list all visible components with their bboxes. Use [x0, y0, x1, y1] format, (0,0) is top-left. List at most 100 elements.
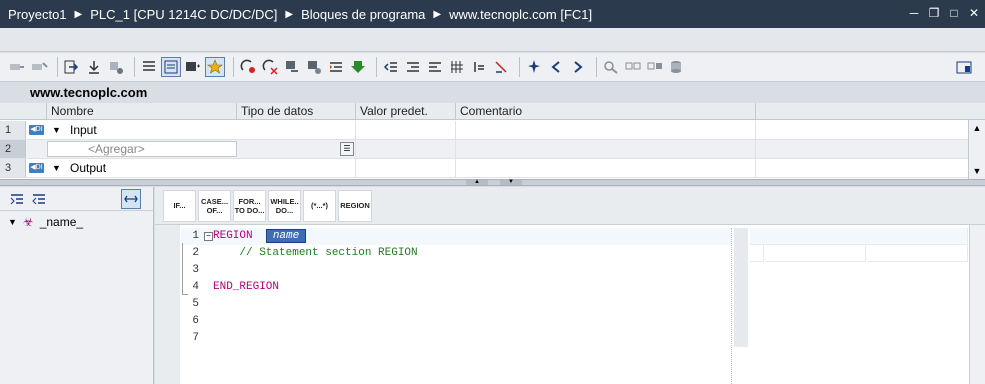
data-type-dropdown-icon[interactable]: ☰ [340, 142, 354, 156]
minimize-icon[interactable]: ─ [907, 6, 921, 20]
bookmark-icon[interactable] [525, 58, 543, 76]
format-icon[interactable] [448, 58, 466, 76]
maximize-icon[interactable]: □ [947, 6, 961, 20]
close-icon[interactable]: ✕ [967, 6, 981, 20]
layout-icon[interactable] [955, 59, 973, 77]
collapse-up-icon[interactable]: ▲ [466, 179, 488, 185]
code-text: END_REGION [213, 281, 280, 293]
region-name-token[interactable]: name [265, 229, 307, 243]
row-number: 1 [0, 121, 26, 139]
editor-scrollbar[interactable] [969, 225, 985, 384]
cell [456, 121, 756, 139]
align-right-icon[interactable] [404, 58, 422, 76]
modify-icon[interactable] [646, 58, 664, 76]
expand-triangle-icon[interactable]: ▼ [8, 217, 17, 227]
code-line[interactable]: 7 [181, 330, 731, 347]
code-line[interactable]: 5 [181, 296, 731, 313]
breadcrumb-block[interactable]: www.tecnoplc.com [FC1] [449, 7, 592, 22]
editor-toolbar [0, 53, 985, 82]
column-data-type[interactable]: Tipo de datos [237, 103, 356, 120]
line-number: 2 [192, 247, 199, 259]
delete-network-icon[interactable] [30, 58, 48, 76]
add-parameter-field[interactable]: <Agregar> [47, 141, 237, 157]
monitoring-icon[interactable] [602, 58, 620, 76]
monitor-icon[interactable] [107, 58, 125, 76]
column-name[interactable]: Nombre [47, 103, 237, 120]
pane-splitter[interactable]: ▲ ▼ [0, 179, 985, 186]
breadcrumb-separator-icon: ▶ [433, 8, 442, 20]
code-lines[interactable]: 1 − REGION name 2 // Statement section R… [181, 228, 731, 347]
grid-cell [734, 330, 748, 347]
tree-node-region[interactable]: ▼ ☣ _name_ [8, 215, 83, 229]
align-left-icon[interactable] [426, 58, 444, 76]
collapse-icon[interactable] [470, 58, 488, 76]
cell [237, 121, 356, 139]
editor-gutter [155, 225, 180, 384]
watch-table-icon[interactable] [624, 58, 642, 76]
scroll-down-icon[interactable]: ▼ [971, 165, 983, 177]
outdent-icon[interactable] [382, 58, 400, 76]
snippet-while[interactable]: WHILE.. DO... [268, 189, 301, 222]
grid-cell [734, 279, 748, 296]
restore-icon[interactable]: ❐ [927, 6, 941, 20]
expand-triangle-icon[interactable]: ▼ [52, 125, 61, 135]
code-line[interactable]: 6 [181, 313, 731, 330]
snippet-region[interactable]: REGION [338, 189, 372, 222]
output-section-icon: ◀DI [29, 163, 44, 173]
code-line[interactable]: 4 END_REGION [181, 279, 731, 296]
collapse-all-icon[interactable] [30, 190, 48, 208]
list-view-icon[interactable] [140, 58, 158, 76]
set-breakpoint-icon[interactable] [239, 58, 257, 76]
column-default-value[interactable]: Valor predet. [356, 103, 456, 120]
snapshot-icon[interactable] [184, 58, 202, 76]
next-bookmark-icon[interactable] [569, 58, 587, 76]
code-line[interactable]: 1 − REGION name [181, 228, 731, 245]
database-icon[interactable] [668, 58, 686, 76]
code-line[interactable]: 3 [181, 262, 731, 279]
fold-toggle-icon[interactable]: − [204, 232, 213, 241]
code-line[interactable]: 2 // Statement section REGION [181, 245, 731, 262]
interface-row-add[interactable]: 2 <Agregar> ☰ [0, 140, 968, 159]
scroll-up-icon[interactable]: ▲ [971, 122, 983, 134]
snippet-comment[interactable]: (*...*) [303, 189, 336, 222]
instruction-snippets: IF... CASE... OF... FOR... TO DO... WHILE.… [155, 187, 985, 225]
insert-network-icon[interactable] [8, 58, 26, 76]
interface-row-input[interactable]: 1 ◀DI ▼ Input [0, 121, 968, 140]
title-bar: Proyecto1 ▶ PLC_1 [CPU 1214C DC/DC/DC] ▶… [0, 0, 985, 28]
favorites-icon[interactable] [205, 57, 225, 77]
block-interface-table: Nombre Tipo de datos Valor predet. Comen… [0, 103, 985, 179]
snippet-if[interactable]: IF... [163, 189, 196, 222]
collapse-down-icon[interactable]: ▼ [500, 179, 522, 185]
window-controls: ─ ❐ □ ✕ [907, 6, 981, 20]
tree-toolbar [0, 187, 154, 211]
section-name: Output [70, 161, 107, 175]
snippet-for[interactable]: FOR... TO DO... [233, 189, 266, 222]
data-type-cell[interactable] [237, 140, 356, 158]
breadcrumb-program-blocks[interactable]: Bloques de programa [301, 7, 425, 22]
breadcrumb-plc[interactable]: PLC_1 [CPU 1214C DC/DC/DC] [90, 7, 277, 22]
interface-scrollbar[interactable]: ▲ ▼ [968, 120, 985, 179]
code-text: REGION name [213, 228, 307, 245]
sync-icon[interactable] [121, 189, 141, 209]
block-interface-icon[interactable] [161, 57, 181, 77]
column-comment[interactable]: Comentario [456, 103, 756, 120]
block-name: www.tecnoplc.com [0, 83, 985, 103]
grid-cell [750, 245, 764, 262]
clear-breakpoint-icon[interactable] [261, 58, 279, 76]
interface-row-output[interactable]: 3 ◀DI ▼ Output [0, 159, 968, 178]
download-icon[interactable] [85, 58, 103, 76]
insert-comment-icon[interactable] [305, 58, 323, 76]
breadcrumb-project[interactable]: Proyecto1 [8, 7, 67, 22]
row-number: 2 [0, 140, 26, 158]
previous-bookmark-icon[interactable] [547, 58, 565, 76]
expand-all-icon[interactable] [8, 190, 26, 208]
compile-icon[interactable] [349, 58, 367, 76]
expand-triangle-icon[interactable]: ▼ [52, 163, 61, 173]
expand-icon[interactable] [492, 58, 510, 76]
snippet-case[interactable]: CASE... OF... [198, 189, 231, 222]
toggle-comment-icon[interactable] [283, 58, 301, 76]
indent-icon[interactable] [327, 58, 345, 76]
line-number: 7 [192, 332, 199, 344]
go-to-icon[interactable] [63, 58, 81, 76]
line-number: 1 [192, 230, 199, 242]
